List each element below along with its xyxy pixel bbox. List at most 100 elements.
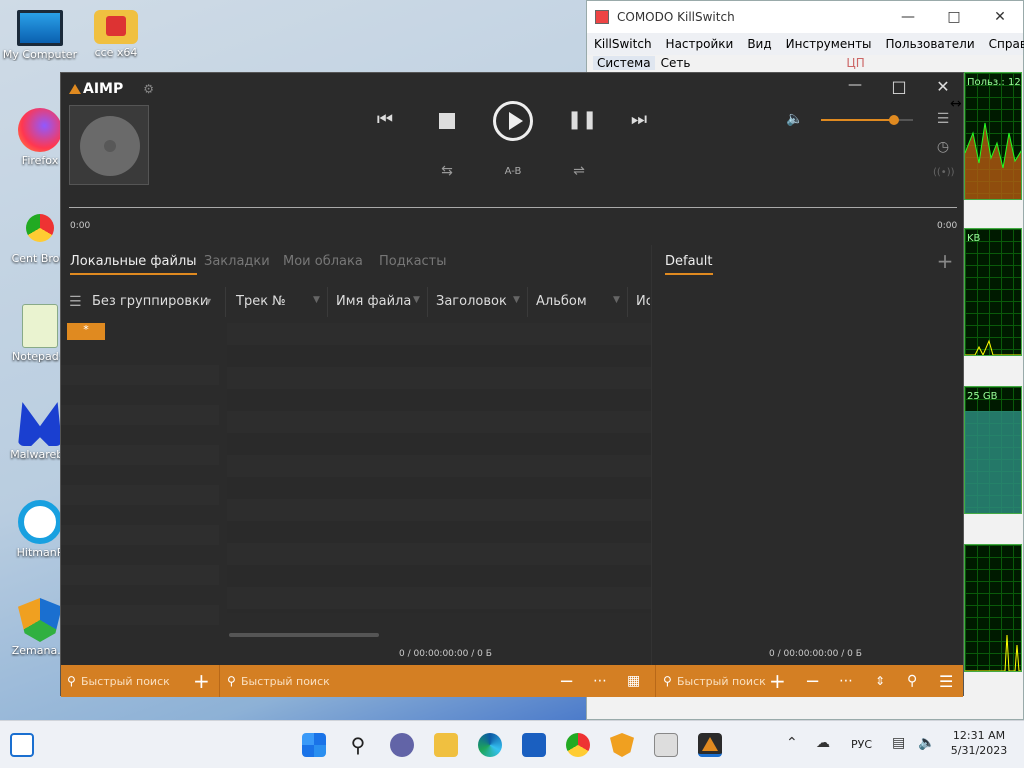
stop-icon[interactable] [439, 113, 455, 129]
clock-date: 5/31/2023 [950, 744, 1008, 757]
edge-icon[interactable] [478, 733, 502, 757]
column-separator [225, 287, 226, 317]
ab-repeat-button[interactable]: A-B [497, 166, 529, 177]
filter-icon[interactable]: ▼ [513, 295, 520, 305]
quick-search-groups[interactable]: Быстрый поиск [81, 675, 170, 688]
quick-search-tracks[interactable]: Быстрый поиск [241, 675, 330, 688]
comodo-app-icon [595, 10, 609, 24]
close-icon[interactable]: ✕ [931, 77, 955, 96]
start-icon[interactable] [302, 733, 326, 757]
pause-icon[interactable]: ❚❚ [567, 109, 597, 130]
menu-view[interactable]: Вид [740, 37, 778, 51]
column-track-number[interactable]: Трек № [236, 294, 286, 309]
filter-icon[interactable]: ▼ [613, 295, 620, 305]
remove-icon[interactable]: − [559, 671, 574, 692]
group-list[interactable] [61, 345, 219, 645]
aimp-taskbar-icon[interactable] [698, 733, 722, 757]
desktop-icon-cce[interactable]: cce x64 [76, 10, 156, 59]
store-icon[interactable] [522, 733, 546, 757]
menu-users[interactable]: Пользователи [879, 37, 982, 51]
more-icon[interactable]: ⋯ [593, 673, 607, 689]
tab-podcasts[interactable]: Подкасты [379, 254, 447, 269]
equalizer-icon[interactable]: ☰ [933, 111, 953, 127]
cloud-icon[interactable]: ☁ [816, 735, 830, 751]
group-item-all[interactable]: * [67, 323, 105, 340]
track-list[interactable] [227, 323, 651, 613]
maximize-icon[interactable]: □ [887, 77, 911, 96]
column-title[interactable]: Заголовок [436, 294, 507, 309]
repeat-icon[interactable]: ⇆ [435, 163, 459, 179]
filter-icon[interactable]: ▼ [413, 295, 420, 305]
maximize-icon[interactable]: □ [931, 9, 977, 25]
zemana-icon[interactable] [610, 733, 634, 757]
search-icon[interactable]: ⚲ [907, 673, 917, 689]
chevron-down-icon[interactable]: ▼ [205, 297, 211, 306]
menu-tools[interactable]: Инструменты [779, 37, 879, 51]
shuffle-icon[interactable]: ⇌ [567, 163, 591, 179]
memory-graph-caption: 25 GB [967, 391, 998, 402]
more-icon[interactable]: ⋯ [839, 673, 853, 689]
aimp-logo-icon [69, 84, 81, 94]
play-button[interactable] [493, 101, 533, 141]
column-file-name[interactable]: Имя файла [336, 294, 411, 309]
tab-bookmarks[interactable]: Закладки [204, 254, 270, 269]
comodo-titlebar[interactable]: COMODO KillSwitch — □ ✕ [587, 1, 1023, 33]
cent-browser-icon [18, 206, 62, 250]
add-icon[interactable]: + [769, 669, 786, 693]
tab-system[interactable]: Система [593, 56, 655, 70]
network-icon[interactable]: ▤ [892, 735, 905, 751]
aimp-window[interactable]: AIMP ⚙ — □ ✕ ⏮ ❚❚ ⏭ ⇆ A-B ⇌ 🔈 ☰ ◷ ((•)) … [60, 72, 964, 697]
remove-icon[interactable]: − [805, 671, 820, 692]
speaker-icon[interactable]: 🔈 [918, 735, 935, 751]
quick-search-playlist[interactable]: Быстрый поиск [677, 675, 766, 688]
desktop-icon-label: My Computer [2, 48, 78, 61]
add-icon[interactable]: + [193, 669, 210, 693]
volume-slider[interactable] [821, 115, 913, 125]
clock[interactable]: 12:31 AM 5/31/2023 [948, 729, 1010, 757]
tab-my-clouds[interactable]: Мои облака [283, 254, 363, 269]
menu-help[interactable]: Справка [982, 37, 1024, 51]
tray-overflow-icon[interactable]: ⌃ [786, 735, 798, 751]
cent-browser-icon[interactable] [566, 733, 590, 757]
settings-gear-icon[interactable]: ⚙ [143, 82, 154, 96]
menu-killswitch[interactable]: KillSwitch [587, 37, 659, 51]
language-indicator[interactable]: РУС [851, 738, 872, 751]
menu-settings[interactable]: Настройки [659, 37, 741, 51]
close-icon[interactable]: ✕ [977, 9, 1023, 25]
minimize-icon[interactable]: — [885, 9, 931, 25]
file-explorer-icon[interactable] [434, 733, 458, 757]
search-icon[interactable]: ⚲ [346, 733, 370, 757]
column-artist[interactable]: Ис [636, 294, 650, 309]
grid-view-icon[interactable]: ▦ [627, 673, 640, 689]
cpu-graph-plot [965, 122, 1021, 199]
widgets-icon[interactable] [10, 733, 34, 757]
filter-icon[interactable]: ▼ [313, 295, 320, 305]
pane-divider[interactable] [651, 245, 652, 665]
tab-local-files[interactable]: Локальные файлы [70, 254, 197, 275]
tab-network[interactable]: Сеть [661, 56, 691, 70]
minimize-icon[interactable]: — [843, 77, 867, 93]
column-album[interactable]: Альбом [536, 294, 587, 309]
next-track-icon[interactable]: ⏭ [627, 109, 651, 130]
column-separator [327, 287, 328, 317]
horizontal-scrollbar[interactable] [229, 633, 379, 637]
seek-bar[interactable] [69, 207, 957, 208]
menu-icon[interactable]: ☰ [69, 294, 82, 310]
chat-icon[interactable] [390, 733, 414, 757]
hamburger-menu-icon[interactable]: ☰ [939, 672, 953, 691]
volume-icon[interactable]: 🔈 [785, 111, 805, 127]
search-icon: ⚲ [67, 674, 76, 688]
comodo-taskbar-icon[interactable] [654, 733, 678, 757]
desktop-icon-my-computer[interactable]: My Computer [0, 10, 80, 61]
tab-cpu[interactable]: ЦП [846, 56, 864, 70]
radio-icon[interactable]: ((•)) [933, 167, 955, 178]
memory-graph-fill [965, 411, 1021, 513]
grouping-dropdown[interactable]: Без группировки [92, 294, 208, 309]
sort-icon[interactable]: ⇕ [875, 674, 885, 688]
previous-track-icon[interactable]: ⏮ [373, 109, 397, 130]
playlist-tab-default[interactable]: Default [665, 254, 713, 275]
search-icon: ⚲ [227, 674, 236, 688]
clock-icon[interactable]: ◷ [933, 139, 953, 155]
volume-slider-knob[interactable] [888, 115, 899, 125]
add-playlist-icon[interactable]: + [935, 249, 955, 273]
